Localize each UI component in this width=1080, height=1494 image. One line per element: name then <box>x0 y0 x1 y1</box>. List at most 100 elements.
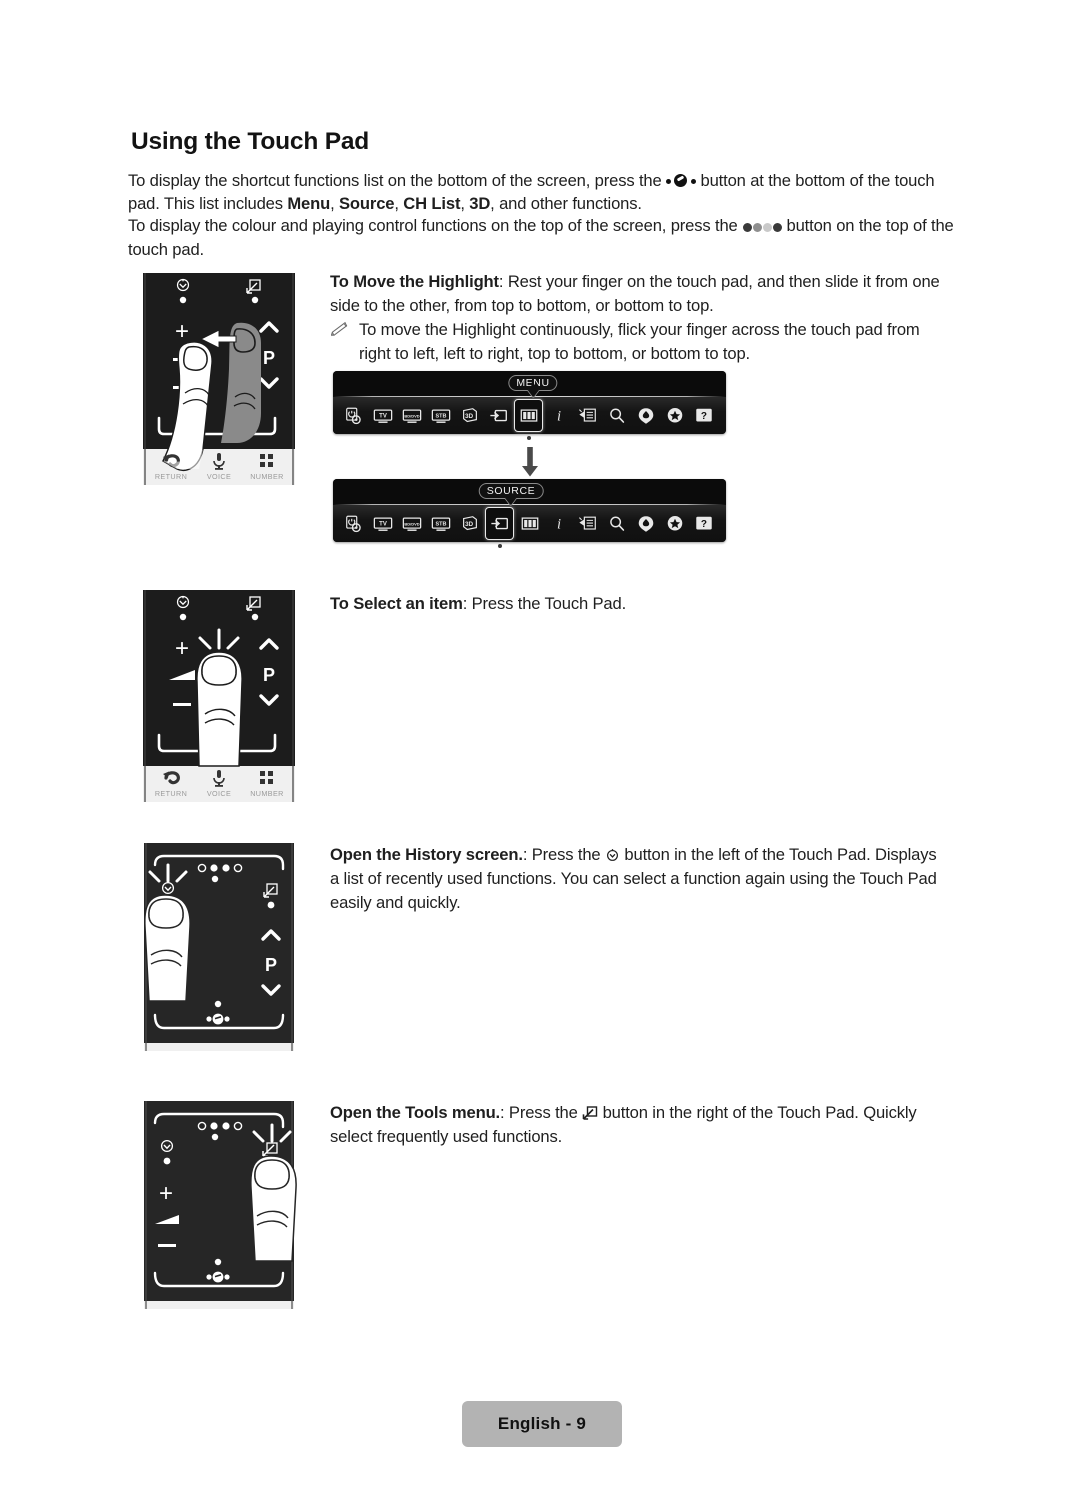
colour-dot <box>762 223 772 233</box>
osd-icon-bd-dvd-icon[interactable]: BD/DVD <box>398 400 425 431</box>
svg-text:TV: TV <box>379 413 387 419</box>
osd-icon-help-icon[interactable]: ? <box>690 508 717 539</box>
colour-buttons-icon <box>742 216 782 239</box>
svg-text:3D: 3D <box>465 520 474 527</box>
svg-text:NUMBER: NUMBER <box>250 789 284 798</box>
svg-text:?: ? <box>700 411 706 422</box>
svg-text:VOICE: VOICE <box>207 472 231 481</box>
osd-source-bar[interactable]: SOURCE TV BD/DVD STB 3D i? <box>333 479 726 548</box>
osd-menu-icon-row[interactable]: TV BD/DVD STB 3D i? <box>333 397 726 440</box>
pencil-note-icon <box>330 321 348 337</box>
history-button-icon <box>606 849 618 861</box>
svg-text:P: P <box>263 348 275 368</box>
intro-bold-3d: 3D <box>469 193 491 213</box>
osd-icon-source-input-icon[interactable] <box>485 400 512 431</box>
osd-icon-apps-icon[interactable] <box>661 400 688 431</box>
svg-text:i: i <box>556 516 560 532</box>
svg-text:P: P <box>263 665 275 685</box>
section-history-heading: Open the History screen. <box>330 845 523 864</box>
intro-sep1: , <box>330 193 340 213</box>
svg-text:VOICE: VOICE <box>207 789 231 798</box>
page-number-label: English - 9 <box>497 1414 587 1433</box>
svg-text:+: + <box>175 635 189 662</box>
section-move-highlight-heading: To Move the Highlight <box>330 272 499 291</box>
osd-selected-indicator-dot <box>497 544 502 548</box>
intro-line1-a: To display the shortcut functions list o… <box>128 171 667 190</box>
section-select-item-heading: To Select an item <box>330 594 463 613</box>
svg-text:P: P <box>265 955 277 975</box>
svg-text:TV: TV <box>379 521 387 527</box>
section-history-body-a: : Press the <box>522 845 605 864</box>
shortcut-button-icon <box>666 174 697 187</box>
intro-line1-c: , and other functions. <box>490 193 642 213</box>
osd-icon-source-input-icon[interactable] <box>485 507 514 548</box>
osd-icon-help-icon[interactable]: ? <box>690 400 717 431</box>
section-tools-heading: Open the Tools menu. <box>330 1103 501 1122</box>
osd-menu-tooltip: MENU <box>508 375 558 391</box>
osd-icon-apps-icon[interactable] <box>661 508 688 539</box>
remote-history-button-press: P <box>133 843 305 1051</box>
osd-icon-tv-icon[interactable]: TV <box>369 400 396 431</box>
colour-dot <box>752 223 762 233</box>
osd-icon-bd-dvd-icon[interactable]: BD/DVD <box>398 508 425 539</box>
section-tools-body-a: : Press the <box>500 1103 583 1122</box>
osd-icon-info-icon[interactable]: i <box>545 400 572 431</box>
osd-icon-power-settings-icon[interactable] <box>340 508 367 539</box>
remote-touch-pad-press: + P RETURN VOICE NUMBER <box>133 590 305 802</box>
osd-icon-smart-hub-icon[interactable] <box>632 400 659 431</box>
osd-icon-ch-list-icon[interactable] <box>574 400 601 431</box>
svg-text:STB: STB <box>435 413 446 419</box>
osd-source-icon-row[interactable]: TV BD/DVD STB 3D i? <box>333 505 726 548</box>
osd-icon-3d-icon[interactable]: 3D <box>456 400 483 431</box>
osd-icon-menu-icon[interactable] <box>516 508 543 539</box>
osd-icon-smart-hub-icon[interactable] <box>632 508 659 539</box>
remote-touch-pad-swipe-left: + P RETURN VOICE NUMBER <box>133 273 305 485</box>
intro-sep2: , <box>394 193 404 213</box>
osd-source-tooltip: SOURCE <box>478 483 544 499</box>
osd-icon-ch-list-icon[interactable] <box>574 508 601 539</box>
osd-icon-info-icon[interactable]: i <box>545 508 572 539</box>
osd-icon-search-icon[interactable] <box>603 508 630 539</box>
svg-text:STB: STB <box>435 521 446 527</box>
down-arrow-icon <box>522 447 538 477</box>
remote-tools-button-press: + <box>133 1101 305 1309</box>
tools-button-icon <box>582 1106 598 1120</box>
section-move-highlight-note-body: To move the Highlight continuously, flic… <box>359 320 920 363</box>
osd-menu-bar[interactable]: MENU TV BD/DVD STB 3D i? <box>333 371 726 440</box>
osd-icon-stb-icon[interactable]: STB <box>427 400 454 431</box>
svg-text:BD/DVD: BD/DVD <box>404 521 419 526</box>
intro-paragraph: To display the shortcut functions list o… <box>128 170 954 261</box>
intro-bold-chlist: CH List <box>403 193 461 213</box>
manual-page: Using the Touch Pad To display the short… <box>0 0 1080 1494</box>
section-move-highlight-text: To Move the Highlight: Rest your finger … <box>330 270 956 318</box>
intro-bold-menu: Menu <box>287 193 331 213</box>
svg-text:+: + <box>159 1180 173 1207</box>
osd-icon-stb-icon[interactable]: STB <box>427 508 454 539</box>
section-history-text: Open the History screen.: Press the butt… <box>330 843 950 915</box>
osd-icon-power-settings-icon[interactable] <box>340 400 367 431</box>
intro-line2-a: To display the colour and playing contro… <box>128 216 743 236</box>
osd-source-bar-tooltip-area: SOURCE <box>333 479 726 504</box>
section-select-item-text: To Select an item: Press the Touch Pad. <box>330 592 950 616</box>
osd-icon-tv-icon[interactable]: TV <box>369 508 396 539</box>
svg-text:+: + <box>175 318 189 345</box>
osd-menu-bar-tooltip-area: MENU <box>333 371 726 396</box>
intro-sep3: , <box>460 193 470 213</box>
svg-text:?: ? <box>700 519 706 530</box>
osd-icon-3d-icon[interactable]: 3D <box>456 508 483 539</box>
svg-text:NUMBER: NUMBER <box>250 472 284 481</box>
svg-text:3D: 3D <box>465 412 474 419</box>
osd-icon-search-icon[interactable] <box>603 400 630 431</box>
colour-dot <box>742 223 752 233</box>
page-title: Using the Touch Pad <box>131 128 370 155</box>
section-tools-text: Open the Tools menu.: Press the button i… <box>330 1101 950 1149</box>
svg-text:RETURN: RETURN <box>155 789 187 798</box>
svg-text:RETURN: RETURN <box>155 472 187 481</box>
osd-selected-indicator-dot <box>526 436 531 440</box>
section-move-highlight-note: To move the Highlight continuously, flic… <box>330 318 950 366</box>
osd-icon-menu-icon[interactable] <box>514 399 543 440</box>
svg-text:i: i <box>556 408 560 424</box>
intro-bold-source: Source <box>339 193 395 213</box>
svg-text:BD/DVD: BD/DVD <box>404 413 419 418</box>
page-footer-badge: English - 9 <box>462 1401 622 1447</box>
